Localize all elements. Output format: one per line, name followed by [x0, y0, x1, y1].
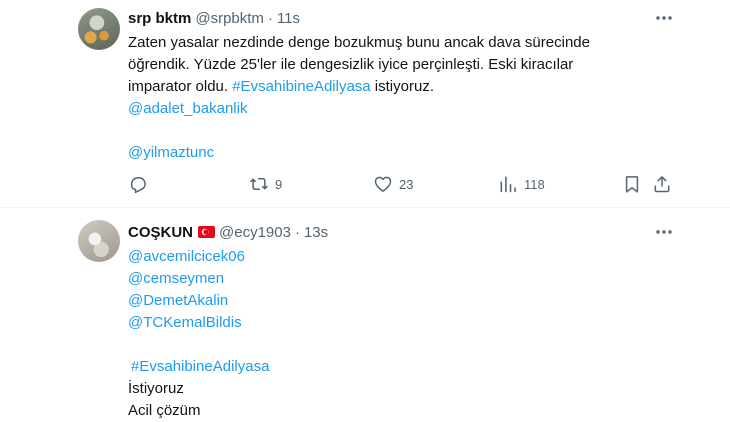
mention-line: @TCKemalBildis: [128, 312, 598, 334]
avatar[interactable]: [78, 8, 120, 50]
text-line: Zaten yasalar nezdinde denge bozukmuş bu…: [128, 34, 590, 51]
share-button[interactable]: [652, 172, 672, 196]
views-icon: [500, 176, 516, 193]
tweet-text: @avcemilcicek06 @cemseymen @DemetAkalin …: [128, 246, 598, 422]
mention-line: @avcemilcicek06: [128, 246, 598, 268]
tweet[interactable]: COŞKUN @ecy1903 · 13s @avcemilcicek06 @c…: [0, 209, 730, 420]
turkey-flag-icon: [198, 226, 216, 238]
reply-icon: [131, 177, 146, 194]
text-line: öğrendik. Yüzde 25'ler ile dengesizlik i…: [128, 56, 574, 73]
heart-icon: [374, 176, 392, 192]
mention-link[interactable]: @TCKemalBildis: [128, 314, 242, 331]
mention-link[interactable]: @adalet_bakanlik: [128, 100, 247, 117]
author-name[interactable]: COŞKUN: [128, 224, 193, 241]
retweet-icon: [250, 178, 268, 190]
mention-line: @adalet_bakanlik: [128, 98, 598, 120]
text-segment: imparator oldu.: [128, 78, 233, 95]
text-line: İstiyoruz: [128, 380, 184, 397]
hashtag-link[interactable]: #EvsahibineAdilyasa: [232, 78, 370, 95]
more-icon[interactable]: [654, 222, 674, 242]
more-icon[interactable]: [654, 8, 674, 28]
tweet-text: Zaten yasalar nezdinde denge bozukmuş bu…: [128, 32, 598, 164]
like-count: 23: [399, 176, 414, 192]
text-segment: istiyoruz.: [370, 78, 434, 95]
mention-line: @cemseymen: [128, 268, 598, 290]
hashtag-line: #EvsahibineAdilyasa: [128, 356, 598, 378]
separator: ·: [267, 9, 273, 27]
timestamp[interactable]: 13s: [304, 224, 328, 241]
timestamp[interactable]: 11s: [277, 10, 300, 27]
share-icon: [654, 176, 670, 193]
author-name[interactable]: srp bktm: [128, 10, 191, 27]
tweet[interactable]: srp bktm @srpbktm · 11s Zaten yasalar ne…: [0, 0, 730, 208]
action-bar: 9 23 118: [128, 172, 674, 196]
reply-button[interactable]: [128, 172, 154, 196]
separator: ·: [294, 223, 300, 241]
hashtag-link[interactable]: #EvsahibineAdilyasa: [131, 358, 269, 375]
text-line: imparator oldu. #EvsahibineAdilyasa isti…: [128, 76, 598, 98]
mention-link[interactable]: @yilmaztunc: [128, 144, 214, 161]
retweet-button[interactable]: 9: [249, 172, 282, 196]
views-button[interactable]: 118: [498, 172, 545, 196]
mention-link[interactable]: @DemetAkalin: [128, 292, 228, 309]
tweet-header: COŞKUN @ecy1903 · 13s: [128, 222, 328, 242]
tweet-header: srp bktm @srpbktm · 11s: [128, 8, 300, 28]
bookmark-icon: [625, 176, 639, 193]
views-count: 118: [524, 176, 545, 192]
text-line: Acil çözüm: [128, 402, 201, 419]
author-handle[interactable]: @ecy1903: [219, 224, 291, 241]
mention-link[interactable]: @avcemilcicek06: [128, 248, 245, 265]
like-button[interactable]: 23: [373, 172, 413, 196]
author-handle[interactable]: @srpbktm: [195, 10, 264, 27]
bookmark-button[interactable]: [622, 172, 642, 196]
avatar[interactable]: [78, 220, 120, 262]
retweet-count: 9: [275, 176, 283, 192]
mention-line: @DemetAkalin: [128, 290, 598, 312]
mention-line: @yilmaztunc: [128, 142, 598, 164]
mention-link[interactable]: @cemseymen: [128, 270, 224, 287]
